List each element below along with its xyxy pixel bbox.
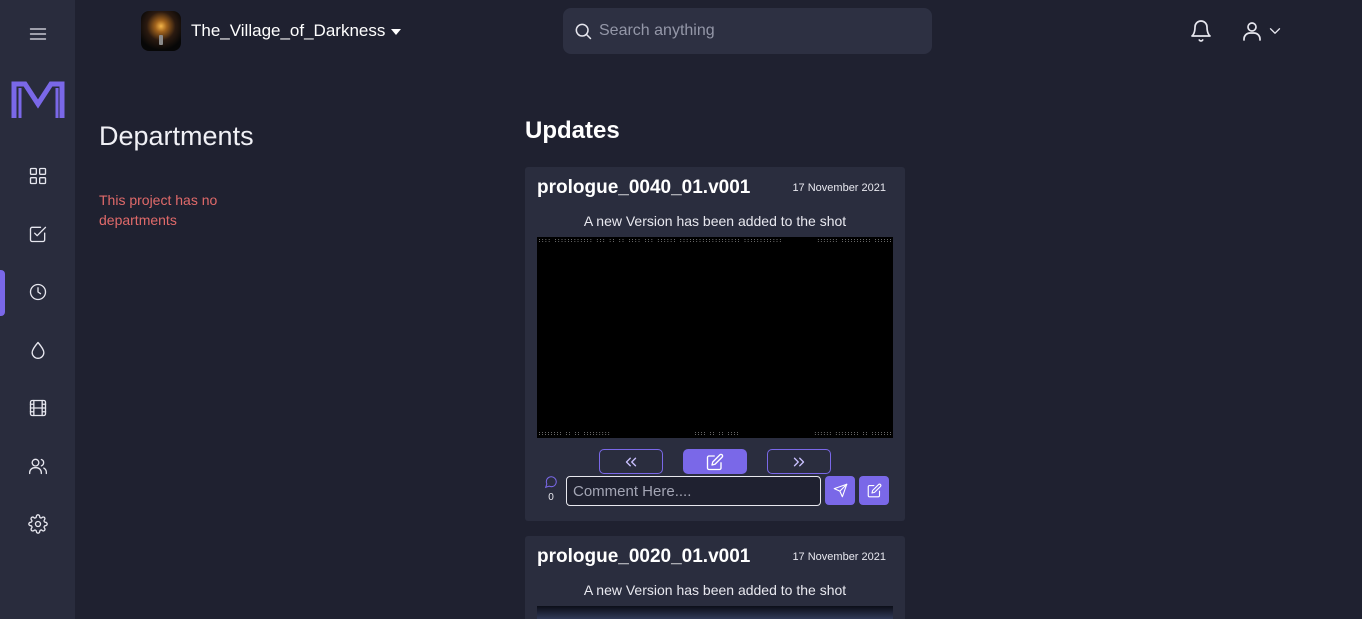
drop-icon bbox=[31, 341, 44, 359]
comment-input[interactable] bbox=[566, 476, 821, 506]
sidebar-item-settings[interactable] bbox=[0, 504, 75, 544]
edit-icon bbox=[706, 453, 724, 470]
slate-burnin-top-right: ::::::: :::::::::: :::::: bbox=[816, 238, 892, 244]
grid-icon bbox=[29, 167, 46, 185]
lightbulb-stem bbox=[159, 35, 163, 45]
user-icon bbox=[1243, 22, 1261, 41]
update-card: prologue_0040_01.v001 17 November 2021 A… bbox=[525, 167, 905, 521]
comment-count-value: 0 bbox=[548, 492, 554, 503]
notifications-button[interactable] bbox=[1189, 19, 1213, 43]
sidebar-item-shots[interactable] bbox=[0, 388, 75, 428]
version-thumbnail[interactable] bbox=[537, 606, 893, 619]
next-version-button[interactable] bbox=[767, 449, 831, 474]
chevrons-right-icon bbox=[793, 457, 805, 466]
sidebar-item-team[interactable] bbox=[0, 446, 75, 486]
update-card-date: 17 November 2021 bbox=[792, 182, 886, 194]
comment-icon bbox=[544, 476, 557, 489]
slate-burnin-bottom-left: :::::::: :: :: ::::::::: bbox=[538, 431, 611, 437]
gear-icon bbox=[27, 514, 48, 534]
sidebar-item-tasks[interactable] bbox=[0, 214, 75, 254]
sidebar-item-assets[interactable] bbox=[0, 330, 75, 370]
hamburger-icon bbox=[29, 28, 46, 40]
update-card-title[interactable]: prologue_0040_01.v001 bbox=[537, 177, 750, 199]
mi-logo[interactable] bbox=[11, 80, 66, 120]
update-card-message: A new Version has been added to the shot bbox=[583, 582, 847, 598]
sidebar-item-dashboard[interactable] bbox=[0, 156, 75, 196]
update-card: prologue_0020_01.v001 17 November 2021 A… bbox=[525, 536, 905, 619]
send-icon bbox=[833, 483, 847, 498]
slate-burnin-top-left: :::: :::::::::::: ::: :: :: :::: ::: :::… bbox=[538, 238, 782, 244]
update-card-title[interactable]: prologue_0020_01.v001 bbox=[537, 546, 750, 568]
version-thumbnail[interactable]: :::: :::::::::::: ::: :: :: :::: ::: :::… bbox=[537, 237, 893, 438]
departments-empty-message: This project has no departments bbox=[99, 192, 218, 228]
menu-button[interactable] bbox=[0, 14, 75, 54]
edit-version-button[interactable] bbox=[683, 449, 747, 474]
previous-version-button[interactable] bbox=[599, 449, 663, 474]
user-menu[interactable] bbox=[1240, 19, 1286, 43]
send-comment-button[interactable] bbox=[825, 476, 855, 505]
updates-title: Updates bbox=[525, 117, 620, 144]
search-icon bbox=[575, 23, 592, 40]
search-input[interactable] bbox=[599, 22, 919, 40]
checkbox-icon bbox=[29, 226, 46, 243]
update-card-message: A new Version has been added to the shot bbox=[583, 213, 847, 229]
chevron-down-icon bbox=[1269, 28, 1281, 34]
users-icon bbox=[28, 458, 47, 475]
chevrons-left-icon bbox=[625, 457, 637, 466]
bell-icon bbox=[1191, 20, 1211, 42]
search-bar[interactable] bbox=[563, 8, 932, 54]
clock-icon bbox=[29, 283, 46, 301]
edit-icon bbox=[867, 483, 881, 498]
project-name: The_Village_of_Darkness bbox=[191, 21, 386, 40]
slate-burnin-bottom-right: :::::: :::::::: :: ::::::: bbox=[813, 431, 892, 437]
film-icon bbox=[29, 399, 46, 417]
update-card-date: 17 November 2021 bbox=[792, 551, 886, 563]
departments-title: Departments bbox=[99, 121, 254, 151]
annotate-button[interactable] bbox=[859, 476, 889, 505]
project-selector[interactable]: The_Village_of_Darkness bbox=[191, 21, 402, 41]
sidebar-item-updates[interactable] bbox=[0, 272, 75, 312]
caret-down-icon bbox=[391, 29, 402, 35]
slate-burnin-bottom-mid: :::: :: :: :::: bbox=[694, 431, 740, 437]
project-avatar[interactable] bbox=[141, 11, 181, 51]
sidebar bbox=[0, 0, 75, 619]
comment-count[interactable]: 0 bbox=[544, 475, 558, 503]
